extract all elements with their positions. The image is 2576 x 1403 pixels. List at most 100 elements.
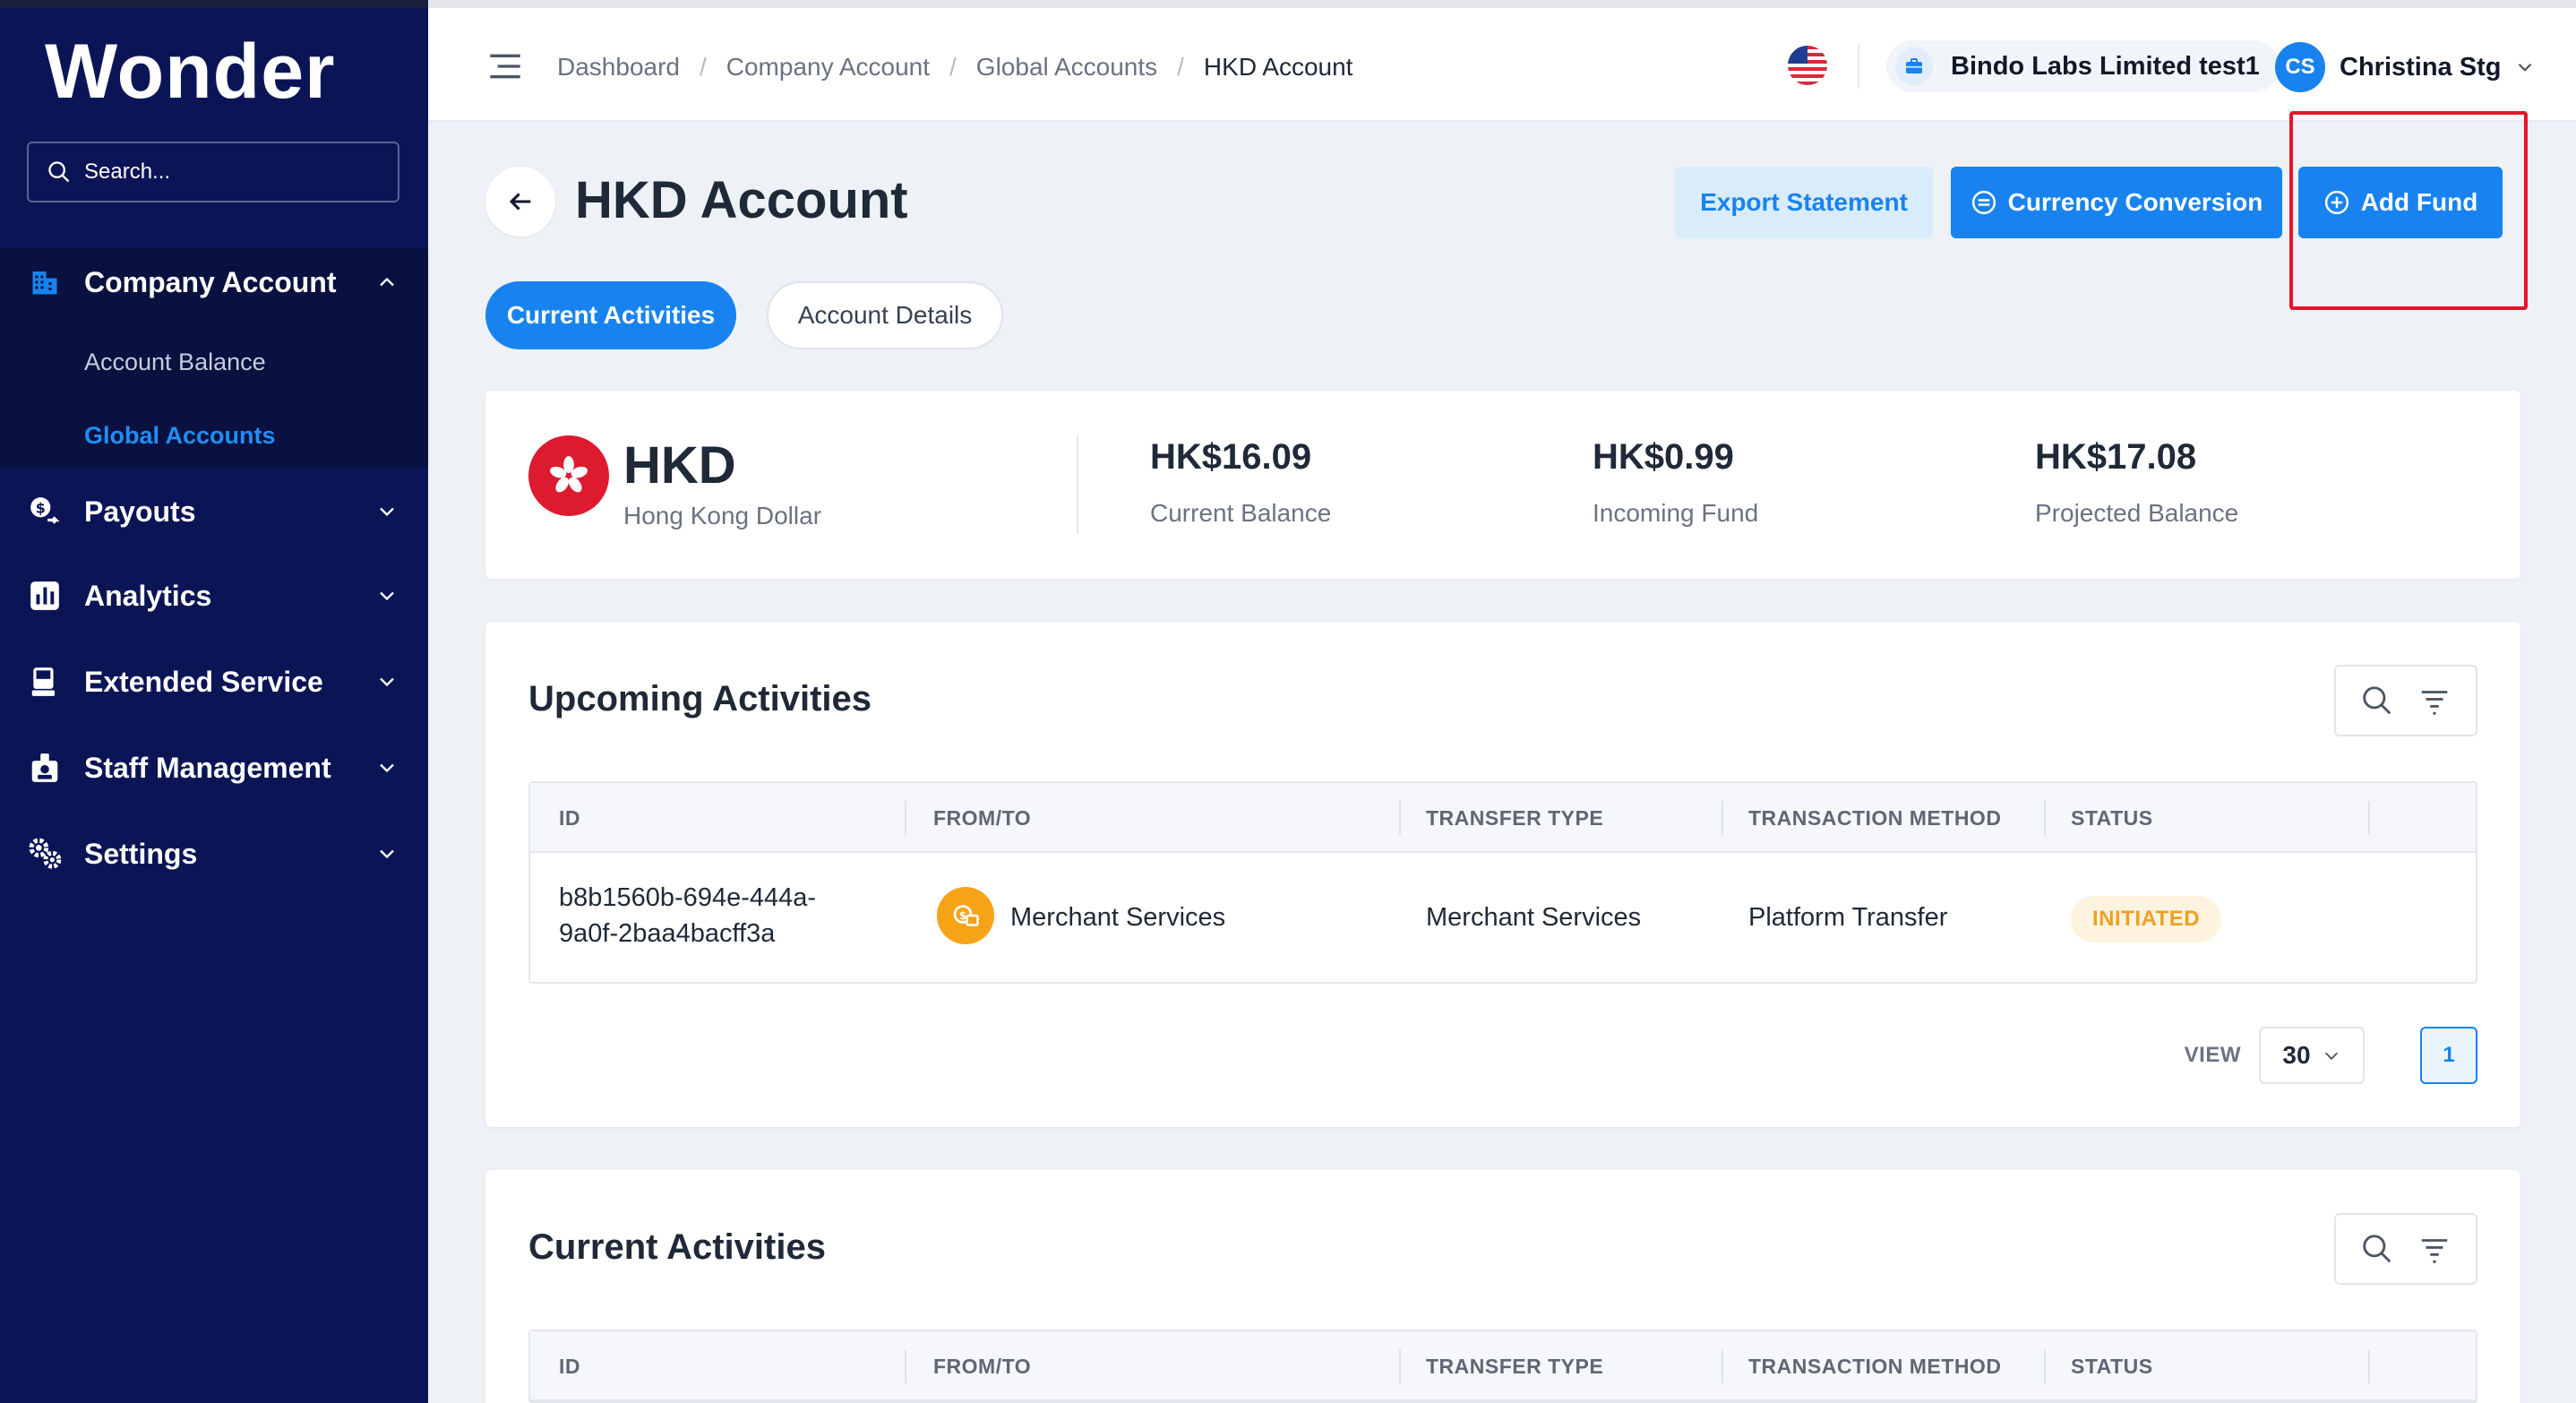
stat-label: Current Balance	[1150, 499, 1332, 527]
column-header-from-to: FROM/TO	[933, 805, 1032, 830]
column-divider	[2044, 1349, 2046, 1383]
back-button[interactable]	[485, 167, 555, 237]
view-label: VIEW	[2184, 1043, 2241, 1067]
column-divider	[905, 1349, 906, 1383]
stat-amount: HK$0.99	[1593, 437, 1734, 477]
sidebar-subitem-account-balance[interactable]: Account Balance	[84, 349, 266, 376]
chevron-down-icon	[380, 507, 394, 517]
user-name: Christina Stg	[2340, 52, 2502, 82]
header-divider	[1858, 44, 1859, 89]
cell-from-to: Merchant Services	[1010, 903, 1226, 932]
chevron-down-icon	[380, 849, 394, 859]
column-header-transaction-method: TRANSACTION METHOD	[1748, 1354, 2002, 1378]
briefcase-icon	[1895, 47, 1933, 85]
chevron-down-icon	[2519, 63, 2532, 72]
sidebar-subitem-global-accounts[interactable]: Global Accounts	[84, 422, 276, 450]
chevron-down-icon	[380, 763, 394, 773]
tab-current-activities[interactable]: Current Activities	[485, 281, 736, 349]
sidebar-item-label: Company Account	[84, 265, 337, 298]
organization-name: Bindo Labs Limited test1	[1951, 51, 2260, 81]
device-icon	[27, 664, 63, 700]
sidebar-item-extended-service[interactable]: Extended Service	[0, 646, 428, 718]
search-placeholder: Search...	[84, 159, 171, 184]
sidebar-item-payouts[interactable]: $ Payouts	[0, 476, 428, 547]
sidebar-item-company-account[interactable]: Company Account	[0, 246, 428, 318]
section-title: Current Activities	[528, 1227, 826, 1267]
sidebar-item-staff-management[interactable]: Staff Management	[0, 732, 428, 804]
cell-transaction-method: Platform Transfer	[1748, 903, 1948, 932]
cell-id-line1: b8b1560b-694e-444a-	[559, 883, 817, 912]
gears-icon	[27, 836, 63, 872]
sidebar-item-label: Analytics	[84, 579, 212, 612]
chevron-down-icon	[380, 677, 394, 687]
cell-id-line2: 9a0f-2baa4bacff3a	[559, 919, 776, 948]
upcoming-activities-card: Upcoming Activities ID FROM/TO TRANSFER …	[485, 622, 2520, 1127]
us-flag-icon[interactable]	[1788, 46, 1827, 85]
svg-text:$: $	[36, 500, 46, 517]
filter-icon[interactable]	[2417, 1232, 2451, 1266]
table-header: ID FROM/TO TRANSFER TYPE TRANSACTION MET…	[530, 1331, 2476, 1401]
breadcrumb-current: HKD Account	[1203, 53, 1353, 81]
currency-conversion-button[interactable]: Currency Conversion	[1951, 167, 2282, 238]
analytics-icon	[27, 578, 63, 614]
payout-icon: $	[27, 494, 63, 529]
avatar: CS	[2275, 42, 2325, 92]
menu-toggle-icon[interactable]	[487, 48, 523, 84]
export-statement-button[interactable]: Export Statement	[1675, 167, 1933, 238]
stat-amount: HK$16.09	[1150, 437, 1312, 477]
current-activities-card: Current Activities ID FROM/TO TRANSFER T…	[485, 1170, 2520, 1403]
building-icon	[27, 264, 63, 300]
upcoming-activities-table: ID FROM/TO TRANSFER TYPE TRANSACTION MET…	[528, 781, 2477, 984]
search-icon	[48, 161, 70, 183]
user-menu[interactable]: CS Christina Stg	[2275, 42, 2537, 92]
column-header-status: STATUS	[2071, 1354, 2153, 1378]
sidebar-item-settings[interactable]: Settings	[0, 818, 428, 890]
pagination: VIEW 30 1	[2185, 1027, 2477, 1084]
logo: Wonder	[45, 29, 336, 115]
balance-summary-card: HKD Hong Kong Dollar HK$16.09 Current Ba…	[485, 391, 2520, 579]
status-badge: INITIATED	[2071, 896, 2222, 943]
stat-projected-balance: HK$17.08 Projected Balance	[2035, 437, 2238, 528]
sidebar: Wonder Search... Company Account Account…	[0, 0, 428, 1403]
currency-conversion-label: Currency Conversion	[2007, 188, 2263, 216]
table-header: ID FROM/TO TRANSFER TYPE TRANSACTION MET…	[530, 783, 2476, 853]
breadcrumb-company-account[interactable]: Company Account	[726, 53, 930, 82]
sidebar-item-label: Staff Management	[84, 751, 331, 784]
chevron-down-icon	[2324, 1052, 2338, 1060]
sidebar-item-label: Payouts	[84, 495, 196, 528]
highlight-box	[2289, 111, 2528, 310]
column-header-transaction-method: TRANSACTION METHOD	[1748, 805, 2002, 830]
stat-label: Incoming Fund	[1593, 499, 1759, 527]
summary-divider	[1077, 435, 1078, 534]
sidebar-search-input[interactable]: Search...	[27, 142, 399, 202]
page-number-button[interactable]: 1	[2420, 1027, 2477, 1084]
breadcrumb-global-accounts[interactable]: Global Accounts	[976, 53, 1157, 82]
tab-account-details[interactable]: Account Details	[767, 281, 1003, 349]
merchant-services-icon: $	[937, 887, 994, 944]
svg-text:$: $	[959, 909, 966, 922]
search-icon[interactable]	[2360, 1232, 2394, 1266]
breadcrumb-dashboard[interactable]: Dashboard	[557, 53, 680, 82]
organization-selector[interactable]: Bindo Labs Limited test1	[1886, 40, 2280, 92]
currency-name: Hong Kong Dollar	[623, 502, 822, 529]
current-activities-table: ID FROM/TO TRANSFER TYPE TRANSACTION MET…	[528, 1330, 2477, 1403]
arrow-left-icon	[509, 193, 531, 211]
currency-code: HKD	[623, 436, 736, 495]
page-size-select[interactable]: 30	[2259, 1027, 2365, 1084]
hk-flag-icon	[528, 435, 609, 516]
sidebar-item-analytics[interactable]: Analytics	[0, 560, 428, 632]
column-divider	[2044, 801, 2046, 835]
section-title: Upcoming Activities	[528, 679, 872, 719]
table-tools	[2334, 665, 2477, 736]
column-header-status: STATUS	[2071, 805, 2153, 830]
staff-icon	[27, 750, 63, 786]
table-row[interactable]: b8b1560b-694e-444a- 9a0f-2baa4bacff3a $ …	[530, 853, 2476, 982]
breadcrumb-separator: /	[1177, 53, 1184, 81]
column-header-id: ID	[559, 1354, 580, 1378]
filter-icon[interactable]	[2417, 684, 2451, 718]
column-header-transfer-type: TRANSFER TYPE	[1426, 1354, 1604, 1378]
search-icon[interactable]	[2360, 684, 2394, 718]
chevron-up-icon	[380, 277, 394, 287]
column-divider	[1399, 1349, 1401, 1383]
top-header: Dashboard / Company Account / Global Acc…	[428, 0, 2576, 122]
